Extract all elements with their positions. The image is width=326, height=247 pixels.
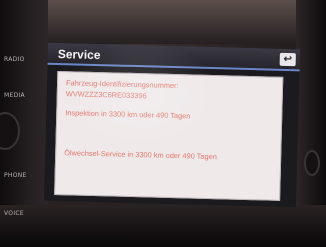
tuning-knob[interactable] — [304, 150, 320, 176]
service-info-panel: Fahrzeug-Identifizierungsnummer: WVWZZZ3… — [54, 70, 284, 201]
infotainment-screen: Service ↩ Fahrzeug-Identifizierungsnumme… — [43, 42, 301, 208]
phone-button[interactable]: PHONE — [4, 172, 27, 179]
back-button[interactable]: ↩ — [279, 52, 296, 67]
inspection-text: Inspektion in 3300 km oder 490 Tagen — [65, 108, 191, 121]
vin-value: WVWZZZ3C6RE033396 — [65, 89, 147, 101]
device-bezel-bottom — [0, 205, 326, 247]
device-bezel-top — [0, 0, 326, 44]
vin-label: Fahrzeug-Identifizierungsnummer: — [65, 78, 179, 91]
voice-button[interactable]: VOICE — [4, 210, 24, 217]
oil-service-text: Ölwechsel-Service in 3300 km oder 490 Ta… — [64, 148, 217, 162]
page-title: Service — [57, 46, 101, 63]
title-bar: Service ↩ — [47, 42, 301, 72]
media-button[interactable]: MEDIA — [4, 92, 25, 99]
radio-button[interactable]: RADIO — [4, 56, 25, 63]
back-arrow-icon: ↩ — [283, 53, 293, 65]
